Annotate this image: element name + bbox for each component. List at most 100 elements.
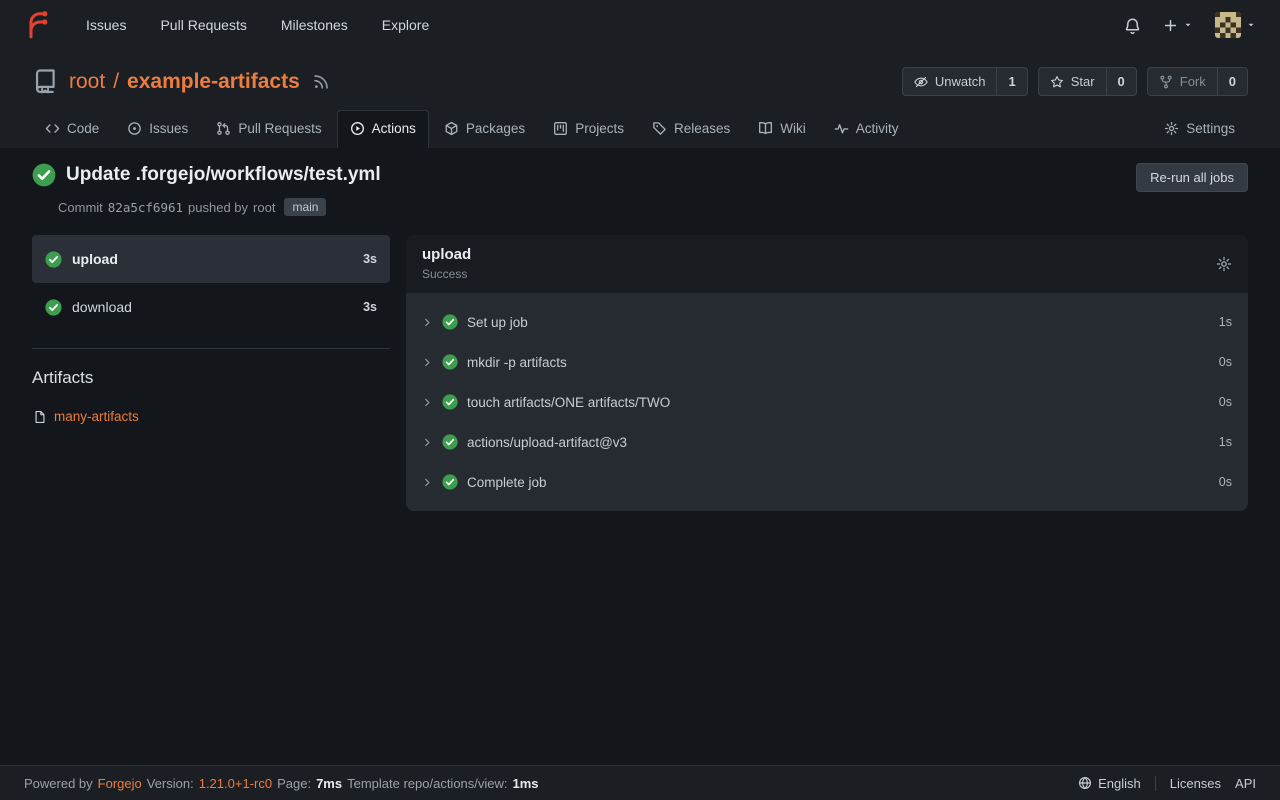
unwatch-label: Unwatch <box>935 74 986 89</box>
package-icon <box>444 121 459 136</box>
repo-owner-link[interactable]: root <box>69 70 105 94</box>
repo-name-link[interactable]: example-artifacts <box>127 70 300 94</box>
profile-menu[interactable] <box>1215 12 1256 38</box>
tab-settings[interactable]: Settings <box>1151 110 1248 148</box>
navbar-link[interactable]: Issues <box>86 17 126 33</box>
api-link[interactable]: API <box>1235 776 1256 791</box>
job-detail-panel: upload Success Set up job 1s <box>406 235 1248 511</box>
language-menu[interactable]: English <box>1078 776 1141 791</box>
tab-label: Projects <box>575 121 624 136</box>
step-row[interactable]: touch artifacts/ONE artifacts/TWO 0s <box>406 382 1248 422</box>
check-circle-icon <box>45 299 62 316</box>
tab-issues[interactable]: Issues <box>114 110 201 148</box>
tab-label: Issues <box>149 121 188 136</box>
tab-releases[interactable]: Releases <box>639 110 743 148</box>
tab-projects[interactable]: Projects <box>540 110 637 148</box>
artifacts-list: many-artifacts <box>32 407 390 426</box>
navbar-link[interactable]: Pull Requests <box>160 17 246 33</box>
artifact-item: many-artifacts <box>32 407 390 426</box>
fork-button-group: Fork 0 <box>1147 67 1248 96</box>
job-duration: 3s <box>363 252 377 266</box>
tab-pull-requests[interactable]: Pull Requests <box>203 110 334 148</box>
tab-code[interactable]: Code <box>32 110 112 148</box>
tab-wiki[interactable]: Wiki <box>745 110 819 148</box>
rerun-all-jobs-button[interactable]: Re-run all jobs <box>1136 163 1248 192</box>
forgejo-link[interactable]: Forgejo <box>98 776 142 791</box>
project-icon <box>553 121 568 136</box>
issue-icon <box>127 121 142 136</box>
step-row[interactable]: Complete job 0s <box>406 462 1248 502</box>
artifact-download-link[interactable]: many-artifacts <box>54 409 139 424</box>
repo-title: root / example-artifacts <box>69 70 300 94</box>
job-item[interactable]: upload 3s <box>32 235 390 283</box>
job-duration: 3s <box>363 300 377 314</box>
gear-icon <box>1164 121 1179 136</box>
step-row[interactable]: actions/upload-artifact@v3 1s <box>406 422 1248 462</box>
tab-activity[interactable]: Activity <box>821 110 912 148</box>
tab-label: Pull Requests <box>238 121 321 136</box>
notifications-button[interactable] <box>1124 17 1141 34</box>
pusher-link[interactable]: root <box>253 200 275 215</box>
language-label: English <box>1098 776 1141 791</box>
check-circle-icon <box>442 434 458 450</box>
tab-label: Settings <box>1186 121 1235 136</box>
watchers-count[interactable]: 1 <box>996 68 1026 95</box>
step-name: touch artifacts/ONE artifacts/TWO <box>467 395 670 410</box>
top-navbar: Issues Pull Requests Milestones Explore <box>0 0 1280 50</box>
run-header: Update .forgejo/workflows/test.yml Re-ru… <box>32 163 1248 192</box>
forgejo-logo-icon <box>24 10 54 40</box>
caret-down-icon <box>1246 20 1256 30</box>
run-title-text: Update .forgejo/workflows/test.yml <box>66 164 381 186</box>
job-item[interactable]: download 3s <box>32 283 390 331</box>
job-detail-header: upload Success <box>406 235 1248 293</box>
tab-actions[interactable]: Actions <box>337 110 429 148</box>
tab-packages[interactable]: Packages <box>431 110 538 148</box>
forgejo-logo[interactable] <box>24 10 54 40</box>
tab-label: Activity <box>856 121 899 136</box>
eye-off-icon <box>914 75 928 89</box>
branch-badge[interactable]: main <box>284 198 326 216</box>
navbar-link[interactable]: Explore <box>382 17 429 33</box>
run-commit-info: Commit 82a5cf6961 pushed by root main <box>58 198 1248 216</box>
globe-icon <box>1078 776 1092 790</box>
rss-icon[interactable] <box>313 73 330 90</box>
version-link[interactable]: 1.21.0+1-rc0 <box>199 776 272 791</box>
pulse-icon <box>834 121 849 136</box>
footer-meta: Powered by Forgejo Version: 1.21.0+1-rc0… <box>24 776 539 791</box>
navbar-link[interactable]: Milestones <box>281 17 348 33</box>
check-circle-icon <box>442 394 458 410</box>
chevron-right-icon <box>422 477 433 488</box>
job-detail-status: Success <box>422 267 471 281</box>
star-icon <box>1050 75 1064 89</box>
job-options-gear-icon[interactable] <box>1216 256 1232 272</box>
caret-down-icon <box>1183 20 1193 30</box>
commit-sha[interactable]: 82a5cf6961 <box>108 200 183 215</box>
job-list: upload 3s download 3s <box>32 235 390 331</box>
star-button[interactable]: Star <box>1039 68 1106 95</box>
fork-button[interactable]: Fork <box>1148 68 1217 95</box>
steps-list: Set up job 1s mkdir -p artifacts 0s to <box>406 293 1248 511</box>
tab-label: Packages <box>466 121 525 136</box>
job-name: upload <box>72 251 118 267</box>
step-row[interactable]: Set up job 1s <box>406 302 1248 342</box>
stars-count[interactable]: 0 <box>1106 68 1136 95</box>
job-sidebar: upload 3s download 3s Artifacts <box>32 235 390 426</box>
chevron-right-icon <box>422 437 433 448</box>
licenses-link[interactable]: Licenses <box>1170 776 1221 791</box>
star-label: Star <box>1071 74 1095 89</box>
job-name: download <box>72 299 132 315</box>
step-row[interactable]: mkdir -p artifacts 0s <box>406 342 1248 382</box>
powered-by-label: Powered by <box>24 776 93 791</box>
step-name: Complete job <box>467 475 547 490</box>
job-detail-name: upload <box>422 246 471 263</box>
page-time-label: Page: <box>277 776 311 791</box>
star-button-group: Star 0 <box>1038 67 1137 96</box>
tab-label: Releases <box>674 121 730 136</box>
chevron-right-icon <box>422 397 433 408</box>
commit-label: Commit <box>58 200 103 215</box>
repo-title-separator: / <box>113 70 119 94</box>
unwatch-button[interactable]: Unwatch <box>903 68 997 95</box>
create-new-button[interactable] <box>1163 18 1193 33</box>
forks-count[interactable]: 0 <box>1217 68 1247 95</box>
check-circle-icon <box>442 314 458 330</box>
